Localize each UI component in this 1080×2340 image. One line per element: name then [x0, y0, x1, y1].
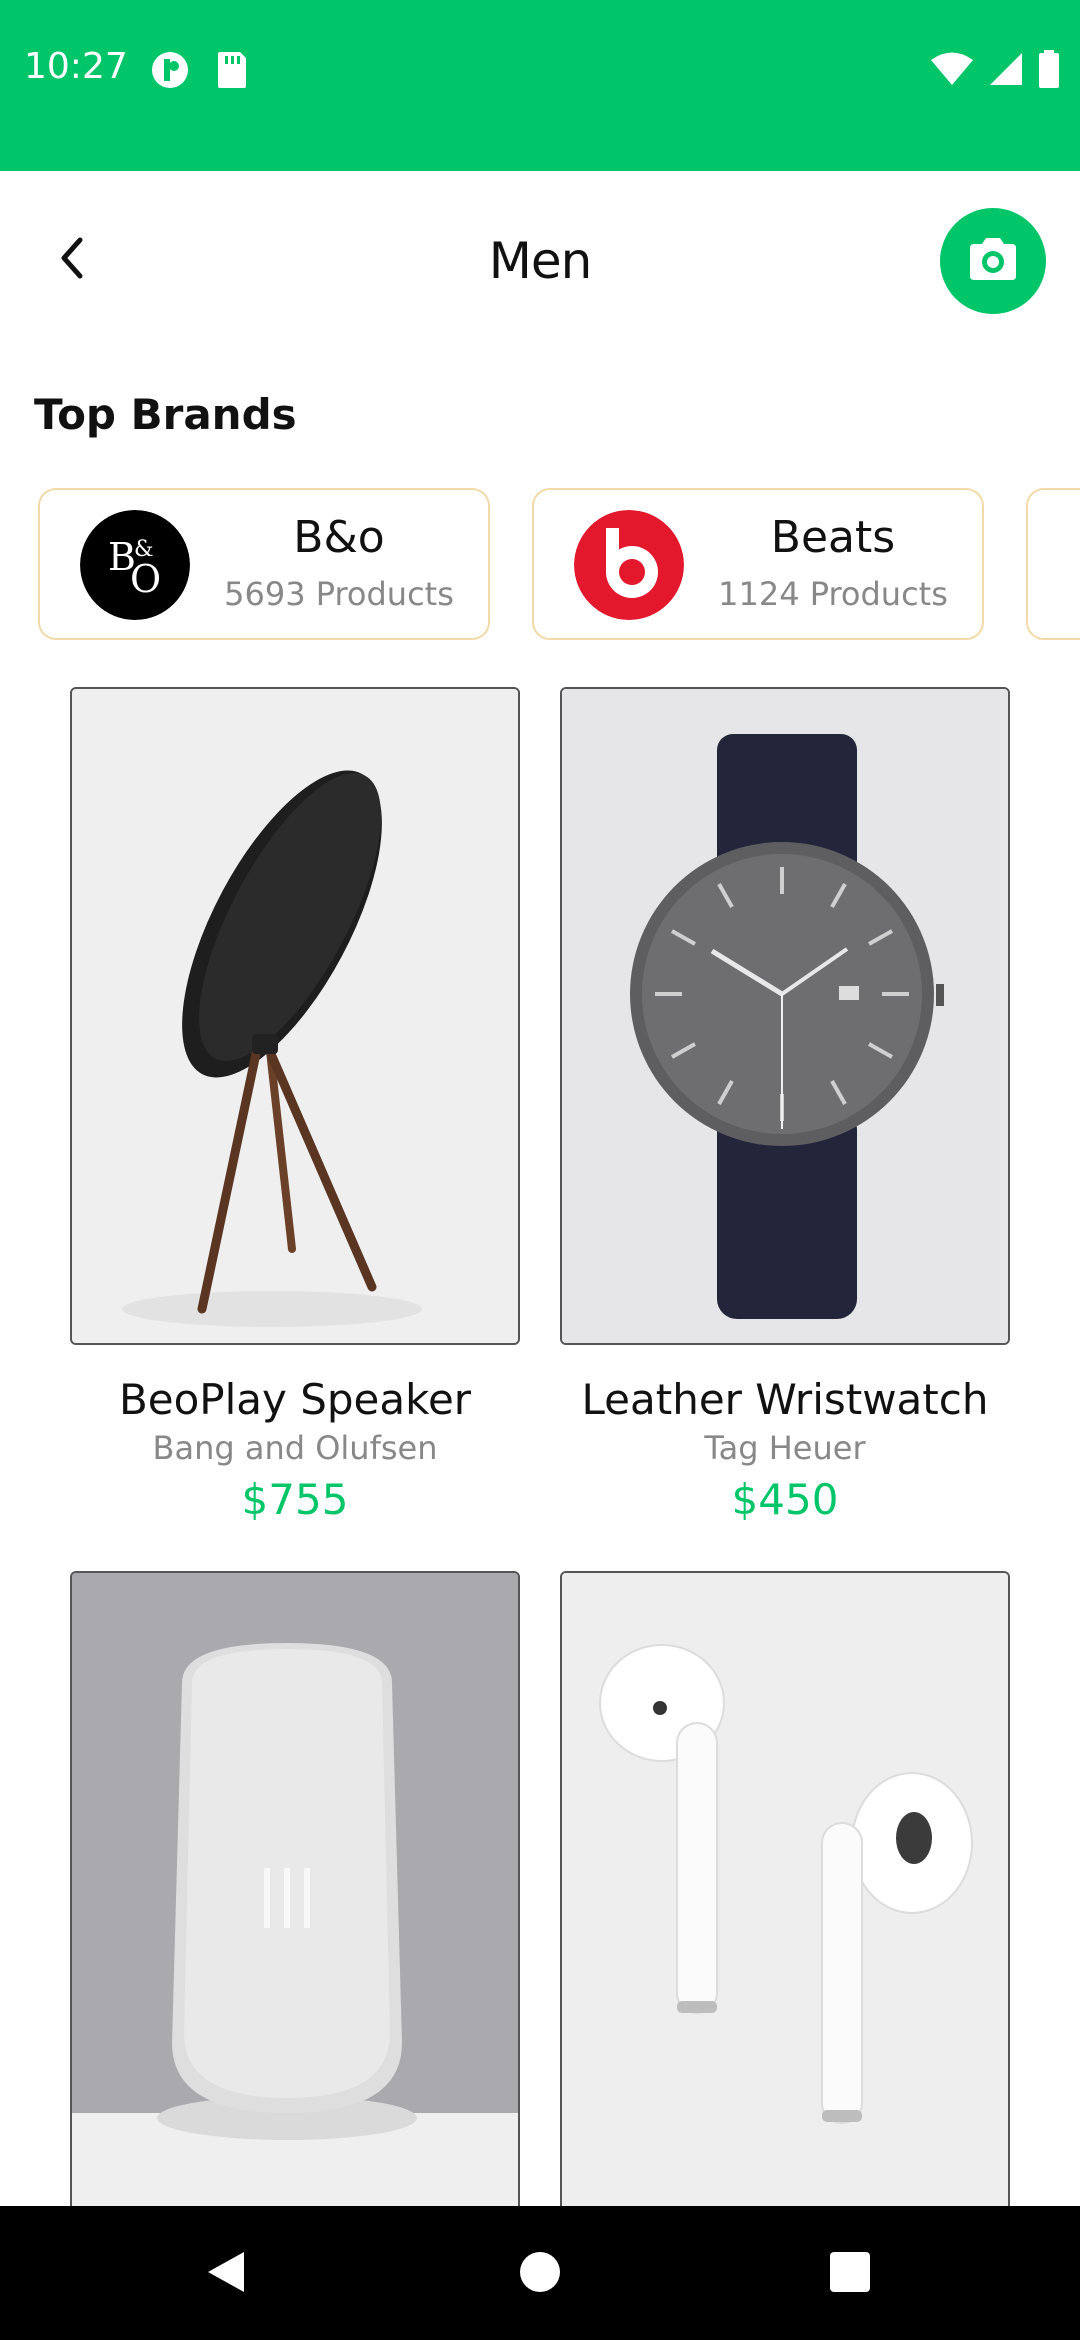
sd-card-icon — [214, 50, 248, 95]
smart-speaker-image[interactable] — [70, 1571, 520, 2229]
brands-carousel[interactable]: B & O B&o 5693 Products Beats 1124 Produ… — [38, 488, 1080, 640]
brand-product-count: 1124 Products — [718, 575, 948, 613]
product-name: BeoPlay Speaker — [118, 1375, 472, 1424]
page-title: Men — [488, 232, 593, 290]
product-brand: Tag Heuer — [704, 1429, 866, 1467]
brand-name: B&o — [293, 512, 385, 563]
brand-card-bo[interactable]: B & O B&o 5693 Products — [38, 488, 490, 640]
product-brand: Bang and Olufsen — [152, 1429, 438, 1467]
earbuds-image[interactable] — [560, 1571, 1010, 2229]
beats-logo-icon — [574, 510, 684, 620]
brand-name: Beats — [770, 512, 896, 563]
nav-recents-button[interactable] — [820, 2244, 880, 2304]
watch-image[interactable] — [560, 687, 1010, 1345]
section-title: Top Brands — [34, 390, 297, 439]
system-nav-bar — [0, 2206, 1080, 2340]
svg-text:O: O — [130, 557, 161, 601]
wifi-icon — [930, 51, 974, 92]
camera-button[interactable] — [940, 208, 1046, 314]
speaker-image[interactable] — [70, 687, 520, 1345]
status-bar: 10:27 — [0, 0, 1080, 171]
nav-home-button[interactable] — [510, 2244, 570, 2304]
product-price: $450 — [731, 1475, 839, 1524]
app-notification-icon — [150, 50, 190, 95]
brand-card-partial[interactable] — [1026, 488, 1080, 640]
status-time: 10:27 — [24, 46, 128, 87]
battery-icon — [1038, 50, 1060, 93]
product-name: Leather Wristwatch — [581, 1375, 989, 1424]
nav-home-icon — [518, 2250, 562, 2299]
product-price: $755 — [241, 1475, 349, 1524]
nav-back-button[interactable] — [196, 2244, 256, 2304]
nav-recents-icon — [828, 2250, 872, 2299]
nav-back-icon — [204, 2248, 248, 2301]
signal-icon — [988, 51, 1024, 92]
brand-product-count: 5693 Products — [224, 575, 454, 613]
brand-card-beats[interactable]: Beats 1124 Products — [532, 488, 984, 640]
bo-logo-icon: B & O — [80, 510, 190, 620]
camera-icon — [966, 236, 1020, 287]
